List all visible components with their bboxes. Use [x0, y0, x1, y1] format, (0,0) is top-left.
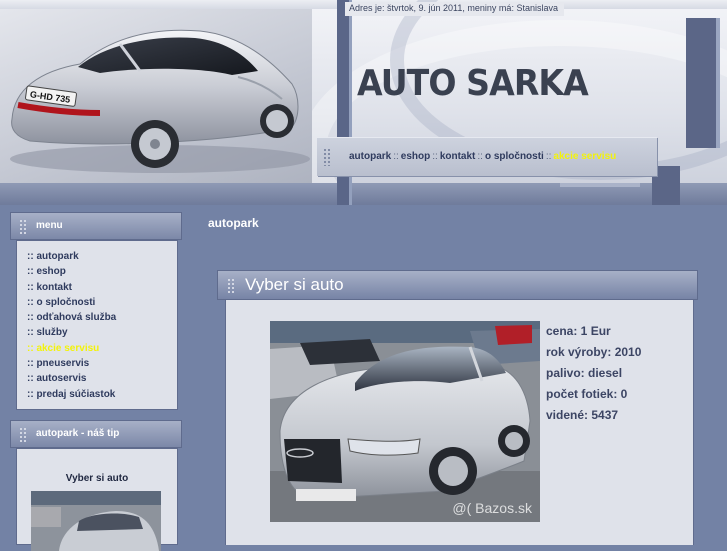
grip-dots-icon — [227, 278, 235, 294]
sidebar-item-sluzby[interactable]: :: služby — [27, 325, 116, 340]
sidebar-item-o-spolocnosti[interactable]: :: o spločnosti — [27, 295, 116, 310]
spec-views: videné: 5437 — [546, 408, 619, 422]
nav-separator: :: — [393, 151, 399, 162]
car-photo-illustration — [270, 321, 540, 522]
grip-dots-icon — [323, 148, 331, 166]
header-line-decoration — [560, 183, 640, 187]
tip-box: Vyber si auto — [16, 448, 178, 551]
sidebar-item-kontakt[interactable]: :: kontakt — [27, 280, 116, 295]
spec-photos: počet fotiek: 0 — [546, 387, 628, 401]
spec-price: cena: 1 Eur — [546, 324, 611, 338]
sidebar-item-predaj-suciastok[interactable]: :: predaj súčiastok — [27, 387, 116, 402]
nameday-label: meniny má: — [467, 3, 514, 13]
tip-car-illustration — [31, 491, 161, 551]
spec-fuel: palivo: diesel — [546, 366, 623, 380]
top-navigation: autopark:: eshop:: kontakt:: o spločnosti::… — [317, 137, 657, 176]
nav-link-akcie-servisu[interactable]: akcie servisu — [553, 151, 616, 162]
header-car-image: G-HD 735 — [0, 9, 312, 183]
grip-dots-icon — [19, 427, 27, 443]
site-logo[interactable]: AUTO SARKA — [357, 63, 589, 104]
header-right-bar-light — [716, 18, 720, 148]
nav-link-autopark[interactable]: autopark — [349, 151, 391, 162]
nav-separator: :: — [432, 151, 438, 162]
tip-title: autopark - náš tip — [36, 428, 120, 439]
page-title: autopark — [208, 216, 259, 230]
top-navigation-links: autopark:: eshop:: kontakt:: o spločnosti::… — [349, 151, 616, 162]
tip-car-photo[interactable] — [31, 491, 161, 551]
sidebar-item-eshop[interactable]: :: eshop — [27, 264, 116, 279]
nav-link-eshop[interactable]: eshop — [401, 151, 430, 162]
menu-title: menu — [36, 220, 63, 231]
photo-watermark: @( Bazos.sk — [452, 500, 532, 516]
date-text: Adres je: štvrtok, 9. jún 2011, — [349, 3, 465, 13]
sidebar-item-akcie-servisu[interactable]: :: akcie servisu — [27, 341, 116, 356]
nav-link-o-spolocnosti[interactable]: o spločnosti — [485, 151, 544, 162]
site-header: G-HD 735 Adres je: štvrtok, 9. jún 2011,… — [0, 0, 727, 205]
sidebar-menu: :: autopark :: eshop :: kontakt :: o spl… — [27, 249, 116, 402]
sidebar-item-odtahova-sluzba[interactable]: :: odťahová služba — [27, 310, 116, 325]
tip-header: autopark - náš tip — [10, 420, 182, 448]
spec-year: rok výroby: 2010 — [546, 345, 642, 359]
header-car-illustration: G-HD 735 — [10, 29, 310, 173]
menu-header: menu — [10, 212, 182, 240]
car-card-title[interactable]: Vyber si auto — [245, 275, 344, 295]
car-photo[interactable]: @( Bazos.sk — [270, 321, 540, 522]
grip-dots-icon — [19, 219, 27, 235]
sidebar-item-autopark[interactable]: :: autopark — [27, 249, 116, 264]
nameday-name: Stanislava — [516, 3, 558, 13]
date-nameday-line: Adres je: štvrtok, 9. jún 2011, meniny m… — [345, 2, 564, 16]
nav-separator: :: — [477, 151, 483, 162]
nav-separator: :: — [545, 151, 552, 162]
header-right-bar — [686, 18, 716, 148]
sidebar-item-autoservis[interactable]: :: autoservis — [27, 371, 116, 386]
sidebar-item-pneuservis[interactable]: :: pneuservis — [27, 356, 116, 371]
nav-link-kontakt[interactable]: kontakt — [440, 151, 476, 162]
tip-car-title[interactable]: Vyber si auto — [17, 473, 177, 484]
car-card-body: @( Bazos.sk cena: 1 Eur rok výroby: 2010… — [225, 300, 694, 545]
car-specs: cena: 1 Eur rok výroby: 2010 palivo: die… — [546, 321, 641, 426]
menu-box: :: autopark :: eshop :: kontakt :: o spl… — [16, 240, 178, 410]
car-card-header: Vyber si auto — [217, 270, 698, 300]
